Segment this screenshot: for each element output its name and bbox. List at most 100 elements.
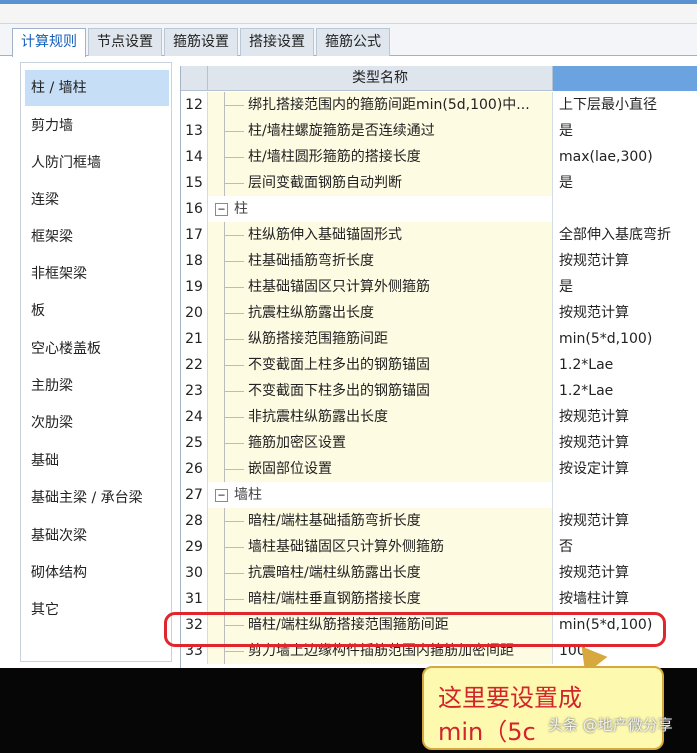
table-row[interactable]: 12 绑扎搭接范围内的箍筋间距min(5d,100)中... 上下层最小直径 xyxy=(181,92,697,118)
name-cell: 抗震暗柱/端柱纵筋露出长度 xyxy=(208,560,553,586)
setting-name: 柱基础插筋弯折长度 xyxy=(248,253,374,269)
table-row[interactable]: 26 嵌固部位设置 按设定计算 xyxy=(181,456,697,482)
setting-value[interactable]: 1.2*Lae xyxy=(553,352,697,378)
setting-name: 柱纵筋伸入基础锚固形式 xyxy=(248,227,402,243)
setting-value[interactable]: 按规范计算 xyxy=(553,404,697,430)
table-row[interactable]: 13 柱/墙柱螺旋箍筋是否连续通过 是 xyxy=(181,118,697,144)
tab-lap-settings[interactable]: 搭接设置 xyxy=(240,28,314,56)
tree-branch xyxy=(224,365,244,366)
sidebar-item-other[interactable]: 其它 xyxy=(25,592,169,628)
sidebar-item-civil-defense-wall[interactable]: 人防门框墙 xyxy=(25,145,169,181)
table-row[interactable]: 14 柱/墙柱圆形箍筋的搭接长度 max(lae,300) xyxy=(181,144,697,170)
table-row[interactable]: 30 抗震暗柱/端柱纵筋露出长度 按规范计算 xyxy=(181,560,697,586)
setting-value[interactable]: 按规范计算 xyxy=(553,508,697,534)
setting-name: 层间变截面钢筋自动判断 xyxy=(248,175,402,191)
tree-branch xyxy=(224,651,244,652)
setting-value[interactable]: 1.2*Lae xyxy=(553,378,697,404)
table-row[interactable]: 28 暗柱/端柱基础插筋弯折长度 按规范计算 xyxy=(181,508,697,534)
table-row[interactable]: 18 柱基础插筋弯折长度 按规范计算 xyxy=(181,248,697,274)
setting-value[interactable]: 按规范计算 xyxy=(553,560,697,586)
name-cell: 不变截面下柱多出的钢筋锚固 xyxy=(208,378,553,404)
sidebar-item-slab[interactable]: 板 xyxy=(25,293,169,329)
name-cell: 柱/墙柱螺旋箍筋是否连续通过 xyxy=(208,118,553,144)
setting-value[interactable]: 按规范计算 xyxy=(553,430,697,456)
setting-value[interactable]: 按规范计算 xyxy=(553,300,697,326)
table-row[interactable]: 29 墙柱基础锚固区只计算外侧箍筋 否 xyxy=(181,534,697,560)
group-row-wall-column[interactable]: 27− 墙柱 xyxy=(181,482,697,508)
row-number: 29 xyxy=(181,534,208,560)
setting-value[interactable]: 是 xyxy=(553,118,697,144)
table-row[interactable]: 22 不变截面上柱多出的钢筋锚固 1.2*Lae xyxy=(181,352,697,378)
table-row[interactable]: 20 抗震柱纵筋露出长度 按规范计算 xyxy=(181,300,697,326)
row-number: 30 xyxy=(181,560,208,586)
collapse-icon[interactable]: − xyxy=(215,203,228,216)
table-row[interactable]: 23 不变截面下柱多出的钢筋锚固 1.2*Lae xyxy=(181,378,697,404)
tree-branch xyxy=(224,183,244,184)
name-cell: − 墙柱 xyxy=(208,482,553,508)
setting-value[interactable]: 按墙柱计算 xyxy=(553,586,697,612)
setting-value[interactable]: 按规范计算 xyxy=(553,248,697,274)
collapse-icon[interactable]: − xyxy=(215,489,228,502)
component-sidebar: 柱 / 墙柱 剪力墙 人防门框墙 连梁 框架梁 非框架梁 板 空心楼盖板 主肋梁… xyxy=(20,62,172,662)
setting-name: 柱基础锚固区只计算外侧箍筋 xyxy=(248,279,430,295)
row-number: 17 xyxy=(181,222,208,248)
tree-branch xyxy=(224,469,244,470)
sidebar-item-foundation-secondary-beam[interactable]: 基础次梁 xyxy=(25,518,169,554)
tree-branch xyxy=(224,157,244,158)
table-row[interactable]: 19 柱基础锚固区只计算外侧箍筋 是 xyxy=(181,274,697,300)
sidebar-item-frame-beam[interactable]: 框架梁 xyxy=(25,219,169,255)
table-row[interactable]: 25 箍筋加密区设置 按规范计算 xyxy=(181,430,697,456)
setting-name: 暗柱/端柱基础插筋弯折长度 xyxy=(248,513,421,529)
watermark-text: 头条 @地产微分享 xyxy=(548,716,673,734)
table-row[interactable]: 24 非抗震柱纵筋露出长度 按规范计算 xyxy=(181,404,697,430)
setting-value[interactable]: 是 xyxy=(553,170,697,196)
row-number: 31 xyxy=(181,586,208,612)
settings-grid: 类型名称 12 绑扎搭接范围内的箍筋间距min(5d,100)中... 上下层最小直… xyxy=(180,66,697,668)
setting-value[interactable]: 按设定计算 xyxy=(553,456,697,482)
setting-value[interactable]: 上下层最小直径 xyxy=(553,92,697,118)
row-number: 20 xyxy=(181,300,208,326)
table-row[interactable]: 21 纵筋搭接范围箍筋间距 min(5*d,100) xyxy=(181,326,697,352)
sidebar-item-non-frame-beam[interactable]: 非框架梁 xyxy=(25,256,169,292)
tab-calc-rules[interactable]: 计算规则 xyxy=(12,28,86,57)
window-top-bar xyxy=(0,0,697,24)
sidebar-item-hollow-slab[interactable]: 空心楼盖板 xyxy=(25,331,169,367)
tab-stirrup-settings[interactable]: 箍筋设置 xyxy=(164,28,238,56)
tab-node-settings[interactable]: 节点设置 xyxy=(88,28,162,56)
name-cell: 柱/墙柱圆形箍筋的搭接长度 xyxy=(208,144,553,170)
sidebar-item-secondary-rib-beam[interactable]: 次肋梁 xyxy=(25,405,169,441)
setting-name: 暗柱/端柱垂直钢筋搭接长度 xyxy=(248,591,421,607)
table-row[interactable]: 15 层间变截面钢筋自动判断 是 xyxy=(181,170,697,196)
header-value-column xyxy=(553,66,697,91)
setting-value[interactable]: 是 xyxy=(553,274,697,300)
tree-branch xyxy=(224,287,244,288)
name-cell: 绑扎搭接范围内的箍筋间距min(5d,100)中... xyxy=(208,92,553,118)
tree-branch xyxy=(224,261,244,262)
name-cell: 柱纵筋伸入基础锚固形式 xyxy=(208,222,553,248)
setting-value[interactable]: max(lae,300) xyxy=(553,144,697,170)
sidebar-item-column[interactable]: 柱 / 墙柱 xyxy=(25,70,169,106)
row-number: 12 xyxy=(181,92,208,118)
grid-header: 类型名称 xyxy=(181,66,697,91)
row-number: 14 xyxy=(181,144,208,170)
sidebar-item-foundation-main-beam[interactable]: 基础主梁 / 承台梁 xyxy=(25,480,169,516)
group-row-column[interactable]: 16− 柱 xyxy=(181,196,697,222)
row-number: 22 xyxy=(181,352,208,378)
callout-text-line1: 这里要设置成 xyxy=(438,684,582,712)
sidebar-item-main-rib-beam[interactable]: 主肋梁 xyxy=(25,368,169,404)
setting-name: 绑扎搭接范围内的箍筋间距min(5d,100)中... xyxy=(248,97,530,113)
sidebar-item-foundation[interactable]: 基础 xyxy=(25,443,169,479)
setting-value[interactable]: min(5*d,100) xyxy=(553,326,697,352)
setting-name: 箍筋加密区设置 xyxy=(248,435,346,451)
name-cell: − 柱 xyxy=(208,196,553,222)
tab-stirrup-formula[interactable]: 箍筋公式 xyxy=(316,28,390,56)
tree-branch xyxy=(224,417,244,418)
sidebar-item-masonry[interactable]: 砌体结构 xyxy=(25,555,169,591)
sidebar-item-shear-wall[interactable]: 剪力墙 xyxy=(25,108,169,144)
name-cell: 暗柱/端柱基础插筋弯折长度 xyxy=(208,508,553,534)
table-row[interactable]: 31 暗柱/端柱垂直钢筋搭接长度 按墙柱计算 xyxy=(181,586,697,612)
sidebar-item-coupling-beam[interactable]: 连梁 xyxy=(25,182,169,218)
setting-value[interactable]: 否 xyxy=(553,534,697,560)
table-row[interactable]: 17 柱纵筋伸入基础锚固形式 全部伸入基底弯折 xyxy=(181,222,697,248)
setting-value[interactable]: 全部伸入基底弯折 xyxy=(553,222,697,248)
